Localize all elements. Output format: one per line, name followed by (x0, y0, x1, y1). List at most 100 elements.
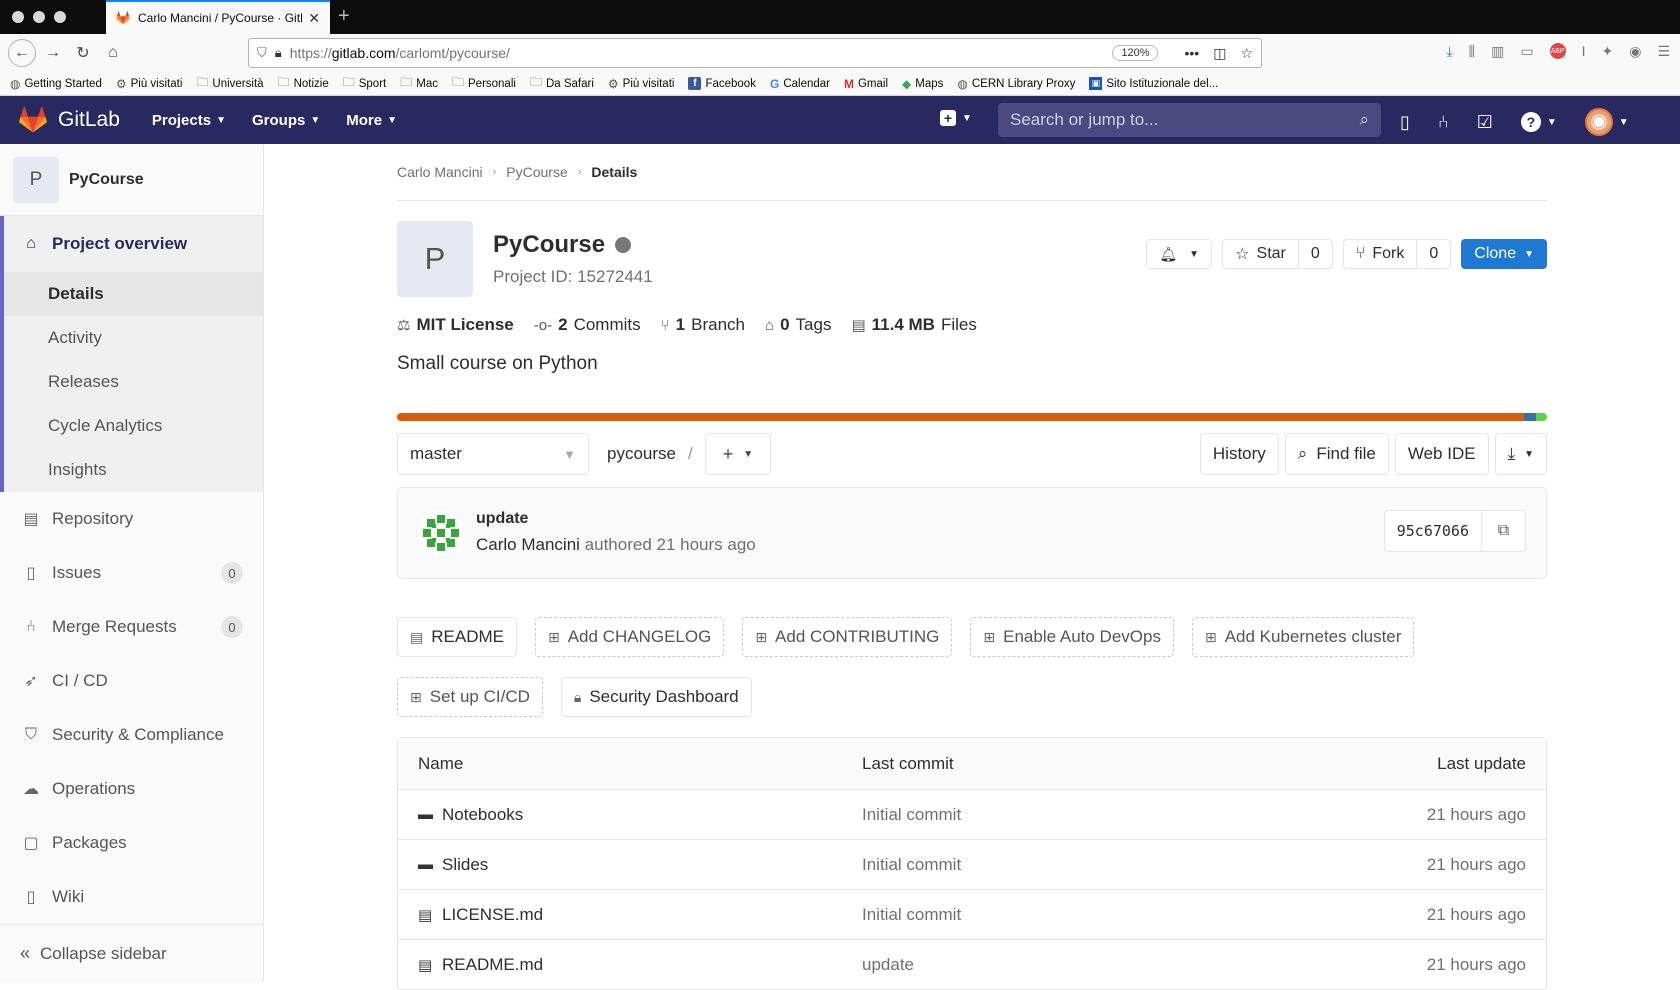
file-name[interactable]: LICENSE.md (442, 905, 543, 925)
download-dropdown[interactable]: ⤓ ▼ (1494, 433, 1547, 475)
browser-tab[interactable]: Carlo Mancini / PyCourse · GitLab ✕ (106, 0, 330, 34)
branch-selector[interactable]: master ▼ (397, 433, 589, 475)
pocket-icon[interactable]: ◫ (1213, 45, 1226, 62)
adblock-icon[interactable]: ABP (1549, 43, 1566, 59)
star-button[interactable]: ☆ Star (1223, 240, 1298, 268)
search-input[interactable]: Search or jump to... ⌕ (998, 103, 1381, 137)
bookmark-item[interactable]: 🗀 Mac (400, 73, 438, 94)
file-name[interactable]: Slides (442, 855, 488, 875)
add-changelog-button[interactable]: ⊞ Add CHANGELOG (534, 617, 725, 657)
forward-arrow-icon[interactable]: → (40, 40, 66, 66)
add-contributing-button[interactable]: ⊞ Add CONTRIBUTING (742, 617, 953, 657)
security-dashboard-button[interactable]: 🔒︎ Security Dashboard (560, 677, 752, 717)
close-window-dot[interactable] (12, 11, 24, 23)
fork-button[interactable]: ⑂ Fork (1344, 240, 1417, 268)
maximize-window-dot[interactable] (54, 11, 66, 23)
stat-commits[interactable]: -o- 2 Commits (534, 315, 641, 335)
readme-button[interactable]: ▤ README (397, 617, 517, 657)
clone-button[interactable]: Clone ▼ (1461, 239, 1547, 269)
commit-author-avatar[interactable] (418, 510, 464, 556)
table-row[interactable]: ▬ Slides Initial commit 21 hours ago (398, 839, 1546, 889)
stat-files[interactable]: ▤ 11.4 MB Files (851, 315, 976, 335)
sidebar-item-operations[interactable]: ☁ Operations (0, 762, 263, 816)
bookmark-item[interactable]: M Gmail (844, 77, 888, 91)
user-menu[interactable]: ▼ (1584, 108, 1629, 136)
sidebar-item-packages[interactable]: ▢ Packages (0, 816, 263, 870)
gitlab-home-link[interactable]: GitLab (18, 106, 120, 134)
table-row[interactable]: ▬ Notebooks Initial commit 21 hours ago (398, 789, 1546, 839)
reload-icon[interactable]: ↻ (70, 40, 96, 66)
bookmark-item[interactable]: 🗀 Notizie (278, 73, 329, 94)
history-button[interactable]: History (1199, 433, 1279, 475)
breadcrumb-user[interactable]: Carlo Mancini (397, 164, 483, 180)
sidebar-subitem-insights[interactable]: Insights (4, 448, 263, 492)
reader-icon[interactable]: ▭ (1520, 43, 1533, 60)
bookmark-item[interactable]: ◍ Getting Started (10, 77, 102, 91)
sidebar-item-merge-requests[interactable]: ⑃ Merge Requests 0 (0, 600, 263, 654)
bookmark-star-icon[interactable]: ☆ (1240, 45, 1253, 62)
commit-title[interactable]: update (476, 510, 528, 528)
web-ide-button[interactable]: Web IDE (1394, 433, 1489, 475)
lock-icon[interactable]: 🔒︎ (275, 45, 282, 61)
account-icon[interactable]: ◉ (1629, 43, 1641, 60)
url-text[interactable]: https://gitlab.com/carlomt/pycourse/ (290, 45, 1113, 61)
merge-requests-header-icon[interactable]: ⑃ (1438, 112, 1449, 133)
download-icon[interactable]: ⤓ (1446, 43, 1452, 60)
bookmark-item[interactable]: ⚙ Più visitati (608, 77, 675, 91)
page-actions-icon[interactable]: ••• (1184, 45, 1199, 61)
todos-header-icon[interactable]: ☑ (1477, 112, 1493, 133)
stat-branch[interactable]: ⑂ 1 Branch (661, 315, 745, 335)
fork-count[interactable]: 0 (1416, 240, 1450, 268)
sidebar-item-security-compliance[interactable]: ⛉ Security & Compliance (0, 708, 263, 762)
bookmark-item[interactable]: 🗀 Università (196, 73, 263, 94)
set-up-ci-cd-button[interactable]: ⊞ Set up CI/CD (397, 677, 543, 717)
sidebar-subitem-cycle-analytics[interactable]: Cycle Analytics (4, 404, 263, 448)
file-name-cell[interactable]: ▬ Slides (418, 855, 862, 875)
bookmark-item[interactable]: ▣ Sito Istituzionale del... (1089, 77, 1218, 90)
sidebar-subitem-details[interactable]: Details (4, 272, 263, 316)
breadcrumb-current[interactable]: Details (591, 164, 637, 180)
bookmark-item[interactable]: f Facebook (688, 77, 756, 90)
add-kubernetes-cluster-button[interactable]: ⊞ Add Kubernetes cluster (1191, 617, 1415, 657)
menu-icon[interactable]: ☰ (1657, 43, 1670, 60)
add-to-tree-dropdown[interactable]: + ▼ (705, 433, 771, 475)
sidebar-item-wiki[interactable]: ▯ Wiki (0, 870, 263, 924)
file-name-cell[interactable]: ▤ README.md (418, 955, 862, 975)
language-segment[interactable] (397, 413, 1524, 421)
language-segment[interactable] (1535, 413, 1547, 421)
zoom-level-badge[interactable]: 120% (1112, 45, 1159, 61)
nav-more[interactable]: More ▼ (346, 112, 397, 129)
file-last-commit[interactable]: Initial commit (862, 855, 1427, 875)
commit-author[interactable]: Carlo Mancini (476, 535, 580, 554)
nav-groups[interactable]: Groups ▼ (252, 112, 320, 129)
sidebar-item-issues[interactable]: ▯ Issues 0 (0, 546, 263, 600)
extension-i-icon[interactable]: I (1582, 43, 1586, 60)
stat-tags[interactable]: ⌂ 0 Tags (765, 315, 831, 335)
nav-projects[interactable]: Projects ▼ (152, 112, 226, 129)
sidebar-item-project-overview[interactable]: ⌂ Project overview (4, 216, 263, 272)
url-bar[interactable]: ⛉ 🔒︎ https://gitlab.com/carlomt/pycourse… (248, 38, 1262, 68)
extension-puzzle-icon[interactable]: ✦ (1601, 43, 1613, 60)
new-tab-icon[interactable]: + (338, 5, 350, 28)
table-row[interactable]: ▤ LICENSE.md Initial commit 21 hours ago (398, 889, 1546, 939)
star-count[interactable]: 0 (1297, 240, 1332, 268)
stat-license[interactable]: ⚖ MIT License (397, 315, 514, 335)
enable-auto-devops-button[interactable]: ⊞ Enable Auto DevOps (970, 617, 1174, 657)
back-arrow-icon[interactable]: ← (8, 39, 36, 67)
bookmark-item[interactable]: ◍ CERN Library Proxy (957, 77, 1075, 91)
sidebar-item-repository[interactable]: ▤ Repository (0, 492, 263, 546)
bookmark-item[interactable]: 🗀 Personali (452, 73, 516, 94)
repository-languages-bar[interactable] (397, 413, 1547, 421)
tracking-shield-icon[interactable]: ⛉ (257, 45, 267, 61)
language-segment[interactable] (1524, 413, 1536, 421)
sidebar-toggle-icon[interactable]: ▥ (1491, 43, 1504, 60)
notification-dropdown[interactable]: 🔔︎ ▼ (1146, 239, 1213, 269)
file-name[interactable]: README.md (442, 955, 543, 975)
minimize-window-dot[interactable] (33, 11, 45, 23)
close-tab-icon[interactable]: ✕ (308, 10, 320, 27)
help-dropdown[interactable]: ? ▼ (1520, 112, 1557, 132)
sidebar-subitem-releases[interactable]: Releases (4, 360, 263, 404)
new-item-dropdown[interactable]: + ▼ (940, 110, 972, 126)
file-last-commit[interactable]: Initial commit (862, 805, 1427, 825)
sidebar-subitem-activity[interactable]: Activity (4, 316, 263, 360)
